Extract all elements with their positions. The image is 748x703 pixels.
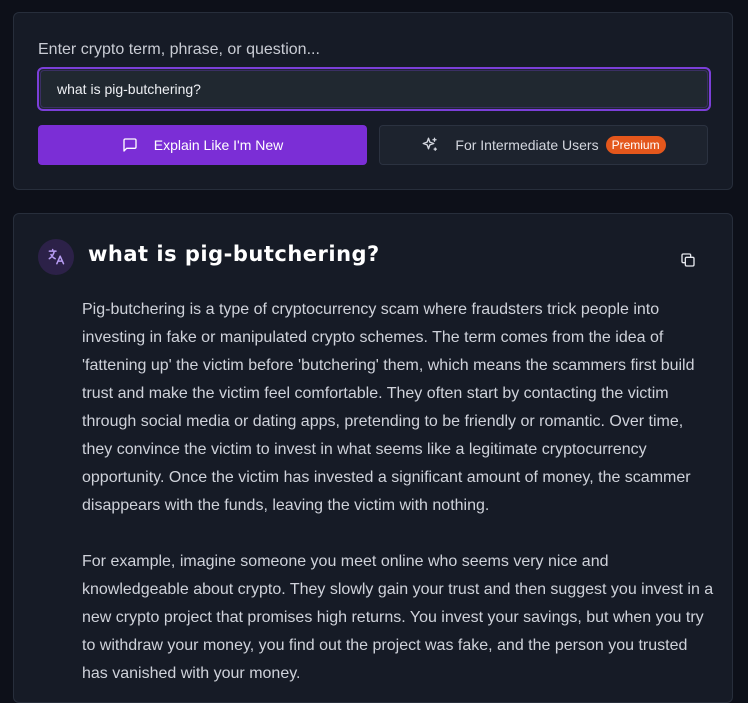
answer-body: Pig-butchering is a type of cryptocurren…: [82, 296, 714, 688]
answer-paragraph: Pig-butchering is a type of cryptocurren…: [82, 301, 695, 514]
query-label: Enter crypto term, phrase, or question..…: [38, 41, 320, 58]
message-square-icon: [123, 138, 137, 152]
query-input[interactable]: [57, 81, 707, 97]
query-input-inner[interactable]: [40, 70, 708, 108]
answer-paragraph: For example, imagine someone you meet on…: [82, 553, 714, 682]
sparkles-icon: [422, 137, 438, 151]
explain-like-new-button[interactable]: Explain Like I'm New: [38, 125, 367, 165]
premium-badge: Premium: [605, 136, 666, 154]
intermediate-users-button[interactable]: For Intermediate Users Premium: [379, 125, 708, 165]
query-input-wrapper[interactable]: [37, 67, 711, 111]
answer-title: what is pig-butchering?: [88, 242, 380, 266]
avatar: [38, 239, 74, 275]
intermediate-users-label: For Intermediate Users: [455, 137, 599, 153]
translate-icon: [48, 248, 65, 265]
copy-icon: [681, 253, 695, 267]
query-panel: Enter crypto term, phrase, or question..…: [13, 12, 733, 190]
answer-panel: what is pig-butchering? Pig-butchering i…: [13, 213, 733, 703]
copy-button[interactable]: [678, 250, 698, 270]
explain-like-new-label: Explain Like I'm New: [153, 137, 284, 153]
